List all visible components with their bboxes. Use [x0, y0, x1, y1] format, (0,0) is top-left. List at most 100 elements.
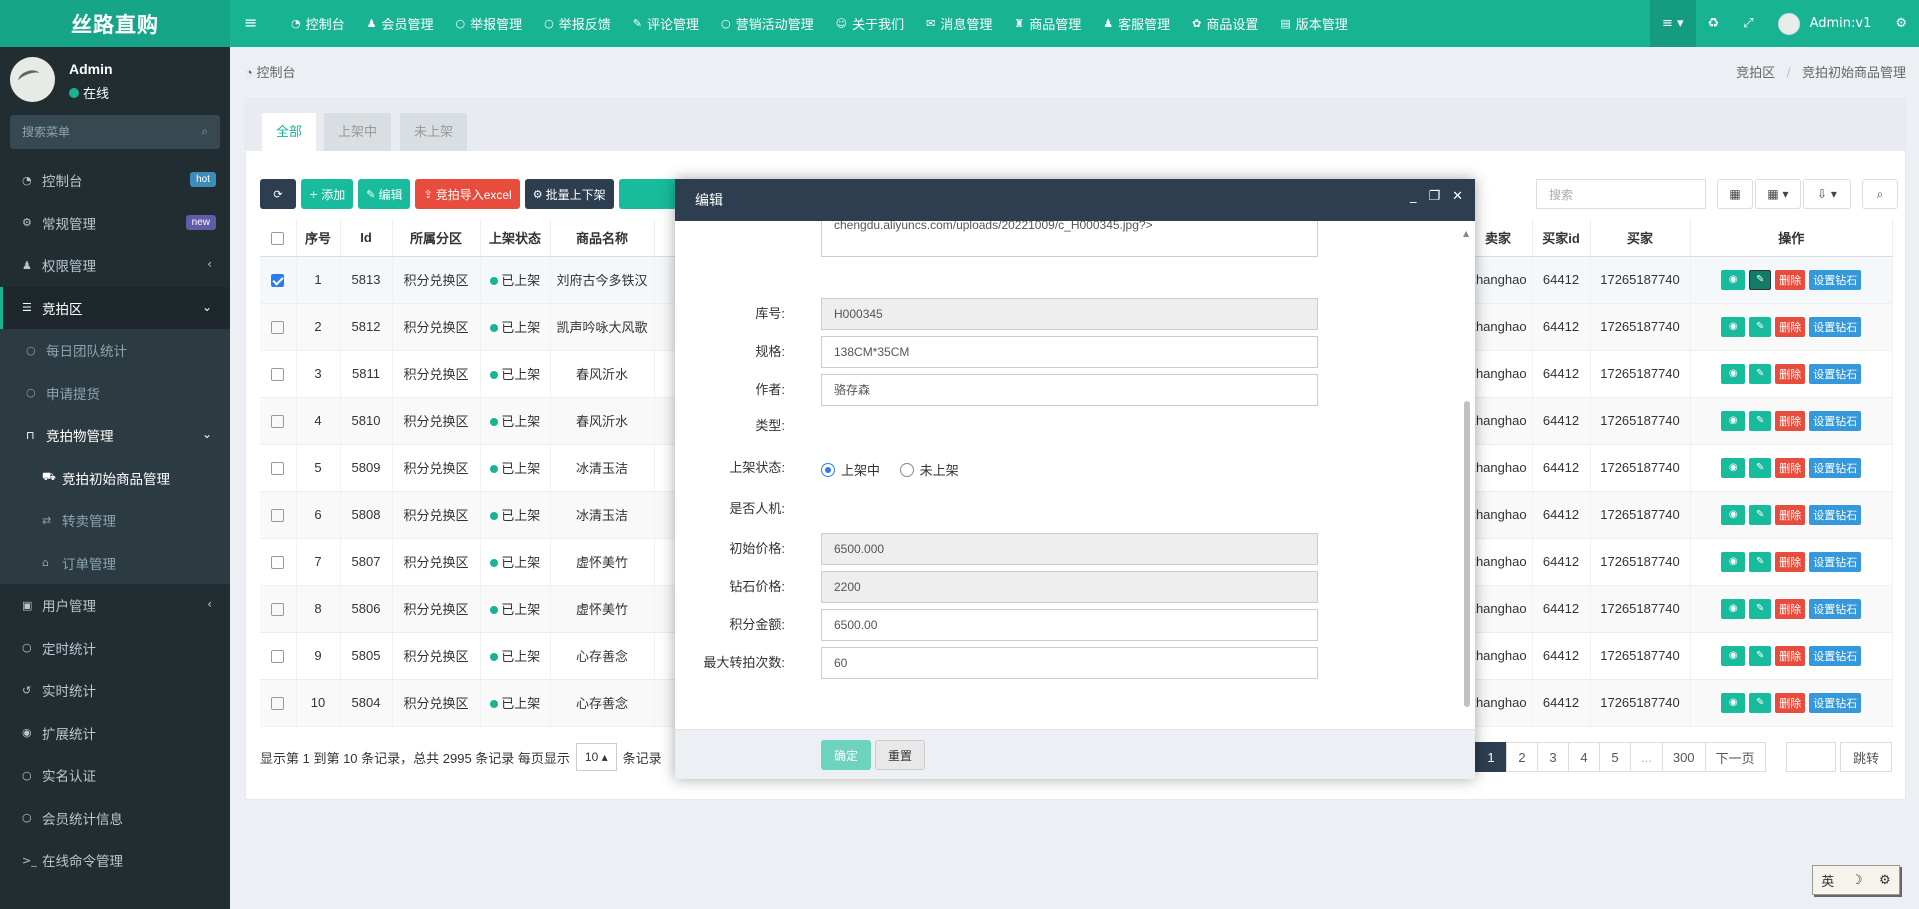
sidebar-item[interactable]: ○ 实名认证	[0, 754, 230, 797]
radio-on-shelf[interactable]: 上架中	[821, 460, 880, 479]
form-field[interactable]: 2200	[821, 571, 1318, 603]
delete-button[interactable]: 删除	[1775, 316, 1806, 337]
image-url-textarea[interactable]: chengdu.aliyuncs.com/uploads/20221009/c_…	[821, 221, 1318, 257]
ime-lang[interactable]: 英	[1821, 871, 1834, 890]
row-edit-button[interactable]: ✎	[1749, 504, 1772, 525]
import-excel-button[interactable]: ⇪ 竞拍导入excel	[415, 179, 520, 209]
row-checkbox[interactable]	[260, 679, 297, 727]
set-diamond-button[interactable]: 设置钻石	[1809, 269, 1862, 290]
set-diamond-button[interactable]: 设置钻石	[1809, 457, 1862, 478]
topnav-item[interactable]: ♟ 客服管理	[1092, 14, 1181, 33]
view-button[interactable]: ◉	[1721, 457, 1746, 478]
sidebar-item[interactable]: ○ 申请提货	[0, 371, 230, 414]
topnav-item[interactable]: ♟ 会员管理	[356, 14, 445, 33]
form-field[interactable]: 骆存森	[821, 374, 1318, 406]
next-page-button[interactable]: 下一页	[1704, 742, 1766, 772]
dialog-scrollbar[interactable]: ▲ ▼	[1463, 229, 1471, 707]
radio-off-shelf[interactable]: 未上架	[899, 460, 959, 479]
page-button[interactable]: 1	[1475, 742, 1507, 772]
row-checkbox[interactable]	[260, 585, 297, 633]
set-diamond-button[interactable]: 设置钻石	[1809, 692, 1862, 713]
topnav-item[interactable]: ○ 举报反馈	[533, 14, 622, 33]
row-checkbox[interactable]	[260, 632, 297, 680]
view-button[interactable]: ◉	[1721, 598, 1746, 619]
form-field[interactable]: H000345	[821, 298, 1318, 330]
page-jump-button[interactable]: 跳转	[1840, 742, 1893, 772]
topnav-item[interactable]: ✎ 评论管理	[622, 14, 710, 33]
sidebar-item[interactable]: >_ 在线命令管理	[0, 839, 230, 882]
form-field[interactable]: 6500.00	[821, 609, 1318, 641]
page-button[interactable]: 4	[1568, 742, 1600, 772]
col-id[interactable]: Id	[340, 219, 393, 257]
delete-button[interactable]: 删除	[1775, 598, 1806, 619]
scroll-thumb[interactable]	[1464, 401, 1470, 707]
col-status[interactable]: 上架状态	[480, 219, 551, 257]
export-icon[interactable]: ⇩ ▾	[1803, 179, 1851, 209]
add-button[interactable]: + 添加	[301, 179, 354, 209]
set-diamond-button[interactable]: 设置钻石	[1809, 551, 1862, 572]
set-diamond-button[interactable]: 设置钻石	[1809, 645, 1862, 666]
sidebar-item[interactable]: ○ 每日团队统计	[0, 329, 230, 372]
reset-button[interactable]: 重置	[875, 740, 925, 770]
close-icon[interactable]: ✕	[1452, 189, 1463, 204]
sidebar-toggle-icon[interactable]: ≡	[244, 13, 257, 32]
set-diamond-button[interactable]: 设置钻石	[1809, 316, 1862, 337]
sidebar-item[interactable]: ⚙ 常规管理 new	[0, 202, 230, 245]
set-diamond-button[interactable]: 设置钻石	[1809, 363, 1862, 384]
row-edit-button[interactable]: ✎	[1749, 316, 1772, 337]
topnav-item[interactable]: ▤ 版本管理	[1269, 14, 1358, 33]
sidebar-item[interactable]: ⌂ 订单管理	[0, 541, 230, 584]
form-field[interactable]: 138CM*35CM	[821, 336, 1318, 368]
tab-off-shelf[interactable]: 未上架	[400, 113, 468, 151]
page-jump-input[interactable]	[1786, 742, 1836, 772]
col-buyer[interactable]: 买家	[1590, 219, 1691, 257]
settings-icon[interactable]: ⚙	[1879, 873, 1891, 888]
search-icon[interactable]: ⌕	[201, 124, 208, 139]
delete-button[interactable]: 删除	[1775, 551, 1806, 572]
tab-on-shelf[interactable]: 上架中	[324, 113, 392, 151]
page-button[interactable]: 300	[1661, 742, 1706, 772]
row-edit-button[interactable]: ✎	[1749, 363, 1772, 384]
delete-button[interactable]: 删除	[1775, 410, 1806, 431]
sidebar-item[interactable]: ○ 会员统计信息	[0, 797, 230, 840]
view-button[interactable]: ◉	[1721, 692, 1746, 713]
sidebar-item[interactable]: ◉ 扩展统计	[0, 712, 230, 755]
settings-gear-icon[interactable]: ⚙	[1883, 0, 1919, 47]
form-field[interactable]: 6500.000	[821, 533, 1318, 565]
sidebar-item[interactable]: ♟ 权限管理 ‹	[0, 244, 230, 287]
confirm-button[interactable]: 确定	[821, 740, 871, 770]
row-checkbox[interactable]	[260, 256, 297, 304]
sidebar-item[interactable]: ⇄ 转卖管理	[0, 499, 230, 542]
col-name[interactable]: 商品名称	[550, 219, 655, 257]
advanced-search-icon[interactable]: ⌕	[1862, 179, 1898, 209]
set-diamond-button[interactable]: 设置钻石	[1809, 598, 1862, 619]
topnav-item[interactable]: ✿ 商品设置	[1181, 14, 1269, 33]
view-button[interactable]: ◉	[1721, 316, 1746, 337]
sidebar-item[interactable]: ○ 定时统计	[0, 627, 230, 670]
view-button[interactable]: ◉	[1721, 551, 1746, 572]
view-button[interactable]: ◉	[1721, 504, 1746, 525]
topnav-item[interactable]: ✉ 消息管理	[915, 14, 1003, 33]
view-button[interactable]: ◉	[1721, 363, 1746, 384]
delete-button[interactable]: 删除	[1775, 269, 1806, 290]
view-button[interactable]: ◉	[1721, 410, 1746, 431]
page-button[interactable]: 2	[1506, 742, 1538, 772]
view-button[interactable]: ◉	[1721, 269, 1746, 290]
row-checkbox[interactable]	[260, 303, 297, 351]
col-no[interactable]: 序号	[296, 219, 341, 257]
form-field[interactable]: 60	[821, 647, 1318, 679]
fullscreen-icon[interactable]: ⤢	[1731, 0, 1765, 47]
delete-button[interactable]: 删除	[1775, 457, 1806, 478]
sidebar-item[interactable]: ⛟ 竞拍初始商品管理	[0, 456, 230, 499]
menu-dropdown-icon[interactable]: ≡ ▾	[1649, 0, 1696, 47]
page-button[interactable]: 5	[1599, 742, 1631, 772]
ime-toolbar[interactable]: 英 ☽ ⚙	[1812, 865, 1900, 895]
per-page-select[interactable]: 10 ▴	[575, 743, 617, 771]
maximize-icon[interactable]: ❐	[1428, 189, 1440, 204]
moon-icon[interactable]: ☽	[1851, 873, 1863, 888]
delete-button[interactable]: 删除	[1775, 504, 1806, 525]
minimize-icon[interactable]: _	[1410, 189, 1417, 204]
edit-button[interactable]: ✎ 编辑	[358, 179, 411, 209]
row-edit-button[interactable]: ✎	[1749, 645, 1772, 666]
topnav-item[interactable]: ○ 举报管理	[445, 14, 534, 33]
